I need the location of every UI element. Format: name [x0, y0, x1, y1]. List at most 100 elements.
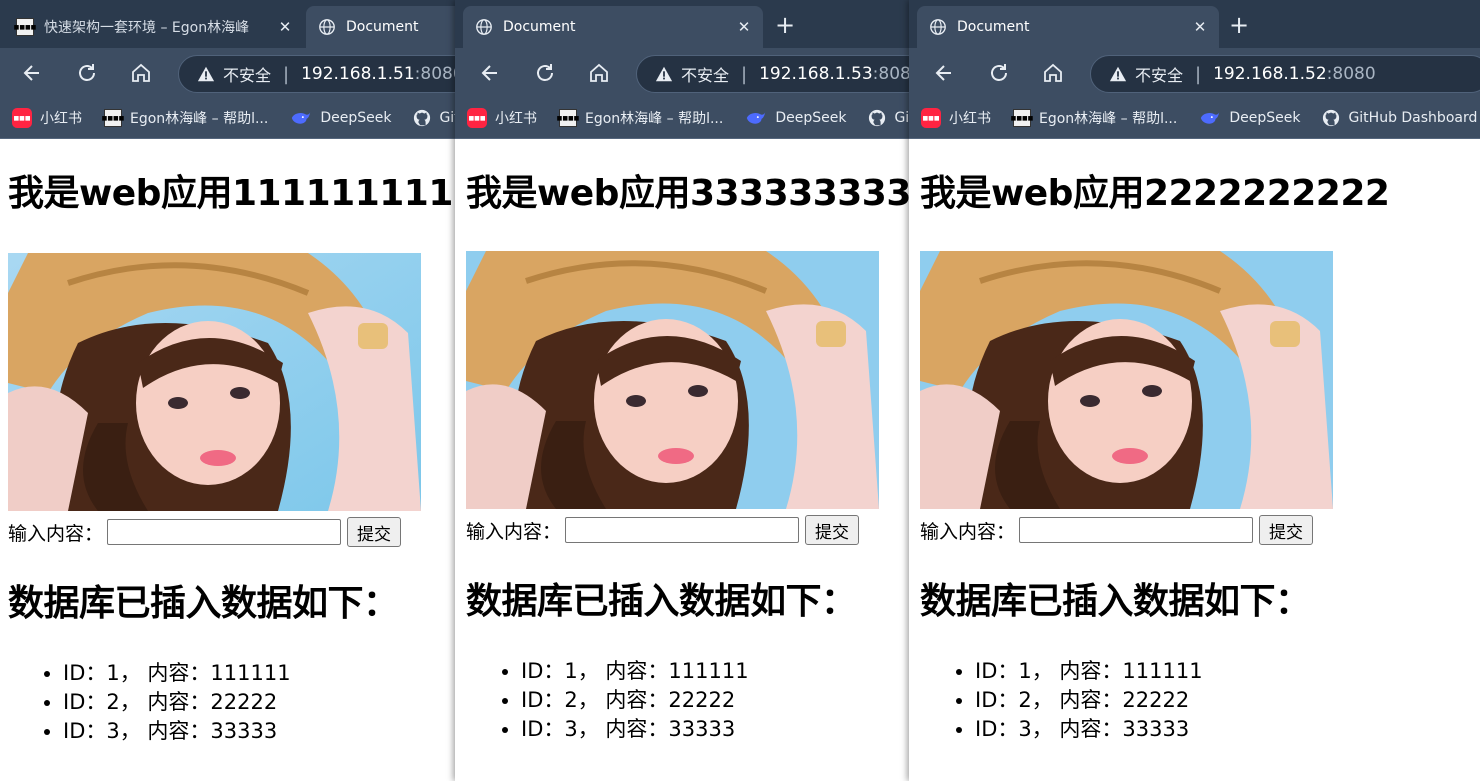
page-content: 我是web应用2222222222 输入内容： 提交 数据库已插入数据如下： I… [909, 171, 1480, 744]
browser-chrome: Document ✕ + 不安全 | 192.168.1.53 :8080 [455, 0, 909, 139]
bookmarks-bar: ■■■ 小红书 ■■■■ Egon林海峰 – 帮助l... DeepSeek G… [0, 98, 455, 139]
xiaohongshu-icon: ■■■ [467, 108, 487, 128]
list-item: ID：3， 内容：33333 [521, 715, 909, 744]
plus-icon: + [1228, 11, 1250, 39]
new-tab-button[interactable]: + [1224, 10, 1254, 40]
close-icon[interactable]: ✕ [276, 18, 294, 36]
tab-label: Document [503, 19, 576, 35]
bookmark-xiaohongshu[interactable]: ■■■ 小红书 [12, 108, 82, 128]
home-icon [1044, 63, 1062, 82]
browser-window-3: Document ✕ + 不安全 | 192.168.1.52 :8080 ■■… [909, 0, 1480, 781]
close-icon[interactable]: ✕ [735, 18, 753, 36]
girl-with-straw-hat-photo [466, 251, 879, 509]
url-host: 192.168.1.52 [1213, 64, 1327, 84]
bookmark-egon[interactable]: ■■■■ Egon林海峰 – 帮助l... [102, 108, 268, 128]
tab-label: Document [957, 19, 1030, 35]
list-item: ID：2， 内容：22222 [521, 686, 909, 715]
input-label: 输入内容： [920, 520, 1016, 543]
browser-chrome: Document ✕ + 不安全 | 192.168.1.52 :8080 ■■… [909, 0, 1480, 139]
deepseek-whale-icon [747, 112, 766, 124]
address-bar[interactable]: 不安全 | 192.168.1.51 :8080 [178, 55, 455, 93]
content-input[interactable] [1019, 517, 1254, 543]
input-form: 输入内容： 提交 [466, 515, 909, 545]
content-input[interactable] [565, 517, 800, 543]
home-button[interactable] [126, 58, 156, 88]
home-button[interactable] [584, 58, 614, 88]
tab-document[interactable]: Document [306, 6, 455, 48]
home-icon [132, 63, 150, 82]
xiaohongshu-icon: ■■■ [921, 108, 941, 128]
security-label: 不安全 [681, 66, 730, 85]
back-button[interactable] [17, 58, 47, 88]
bookmark-deepseek[interactable]: DeepSeek [745, 110, 846, 126]
input-form: 输入内容： 提交 [920, 515, 1480, 545]
tab-document[interactable]: Document ✕ [463, 6, 763, 48]
globe-icon [476, 19, 492, 35]
tab-strip: ■■■■ 快速架构一套环境 – Egon林海峰 ✕ Document [0, 0, 455, 48]
github-icon [869, 109, 886, 127]
tab-document[interactable]: Document ✕ [917, 6, 1219, 48]
separator: | [741, 63, 748, 85]
reload-button[interactable] [72, 58, 102, 88]
tab-label: 快速架构一套环境 – Egon林海峰 [44, 20, 250, 36]
security-label: 不安全 [1135, 66, 1184, 85]
tab-strip: Document ✕ + [455, 0, 909, 48]
url-port: :8080 [414, 64, 455, 84]
new-tab-button[interactable]: + [770, 10, 800, 40]
input-label: 输入内容： [8, 522, 104, 545]
reload-icon [991, 64, 1007, 81]
separator: | [283, 63, 290, 85]
bookmarks-bar: ■■■ 小红书 ■■■■ Egon林海峰 – 帮助l... DeepSeek G… [455, 98, 909, 139]
github-icon [1323, 109, 1340, 127]
browser-window-1: ■■■■ 快速架构一套环境 – Egon林海峰 ✕ Document 不安全 |… [0, 0, 455, 781]
reload-button[interactable] [530, 58, 560, 88]
tab-egon-article[interactable]: ■■■■ 快速架构一套环境 – Egon林海峰 ✕ [4, 6, 304, 48]
browser-chrome: ■■■■ 快速架构一套环境 – Egon林海峰 ✕ Document 不安全 |… [0, 0, 455, 139]
bookmark-egon[interactable]: ■■■■ Egon林海峰 – 帮助l... [1011, 108, 1177, 128]
bookmark-xiaohongshu[interactable]: ■■■ 小红书 [921, 108, 991, 128]
list-item: ID：1， 内容：111111 [63, 659, 455, 688]
toolbar: 不安全 | 192.168.1.51 :8080 [0, 48, 455, 98]
address-bar[interactable]: 不安全 | 192.168.1.53 :8080 [636, 55, 909, 93]
db-heading: 数据库已插入数据如下： [466, 581, 857, 622]
url-host: 192.168.1.53 [759, 64, 873, 84]
list-item: ID：1， 内容：111111 [975, 657, 1480, 686]
bookmark-xiaohongshu[interactable]: ■■■ 小红书 [467, 108, 537, 128]
deepseek-whale-icon [292, 112, 311, 124]
address-bar[interactable]: 不安全 | 192.168.1.52 :8080 [1090, 55, 1480, 93]
list-item: ID：1， 内容：111111 [521, 657, 909, 686]
record-list: ID：1， 内容：111111 ID：2， 内容：22222 ID：3， 内容：… [920, 657, 1480, 744]
content-input[interactable] [107, 519, 342, 545]
home-button[interactable] [1038, 58, 1068, 88]
plus-icon: + [774, 11, 796, 39]
xiaohongshu-icon: ■■■ [12, 108, 32, 128]
separator: | [1195, 63, 1202, 85]
deepseek-whale-icon [1201, 112, 1220, 124]
site-logo-icon: ■■■■ [557, 109, 579, 127]
list-item: ID：3， 内容：33333 [63, 717, 455, 746]
back-arrow-icon [481, 65, 497, 81]
submit-button[interactable]: 提交 [805, 515, 860, 545]
bookmark-github[interactable]: Gi [868, 109, 909, 127]
bookmark-github[interactable]: Git [413, 109, 455, 127]
close-icon[interactable]: ✕ [1191, 18, 1209, 36]
tab-strip: Document ✕ + [909, 0, 1480, 48]
submit-button[interactable]: 提交 [347, 517, 402, 547]
submit-button[interactable]: 提交 [1259, 515, 1314, 545]
warning-icon [655, 66, 673, 82]
back-button[interactable] [475, 58, 505, 88]
security-label: 不安全 [223, 66, 272, 85]
bookmark-egon[interactable]: ■■■■ Egon林海峰 – 帮助l... [557, 108, 723, 128]
bookmark-deepseek[interactable]: DeepSeek [1199, 110, 1300, 126]
db-heading: 数据库已插入数据如下： [920, 581, 1311, 622]
browser-window-2: Document ✕ + 不安全 | 192.168.1.53 :8080 [455, 0, 909, 781]
record-list: ID：1， 内容：111111 ID：2， 内容：22222 ID：3， 内容：… [8, 659, 455, 746]
list-item: ID：2， 内容：22222 [63, 688, 455, 717]
reload-button[interactable] [984, 58, 1014, 88]
bookmarks-bar: ■■■ 小红书 ■■■■ Egon林海峰 – 帮助l... DeepSeek G… [909, 98, 1480, 139]
bookmark-github[interactable]: GitHub Dashboard [1322, 109, 1477, 127]
bookmark-deepseek[interactable]: DeepSeek [290, 110, 391, 126]
globe-icon [930, 19, 946, 35]
home-icon [590, 63, 608, 82]
back-button[interactable] [929, 58, 959, 88]
